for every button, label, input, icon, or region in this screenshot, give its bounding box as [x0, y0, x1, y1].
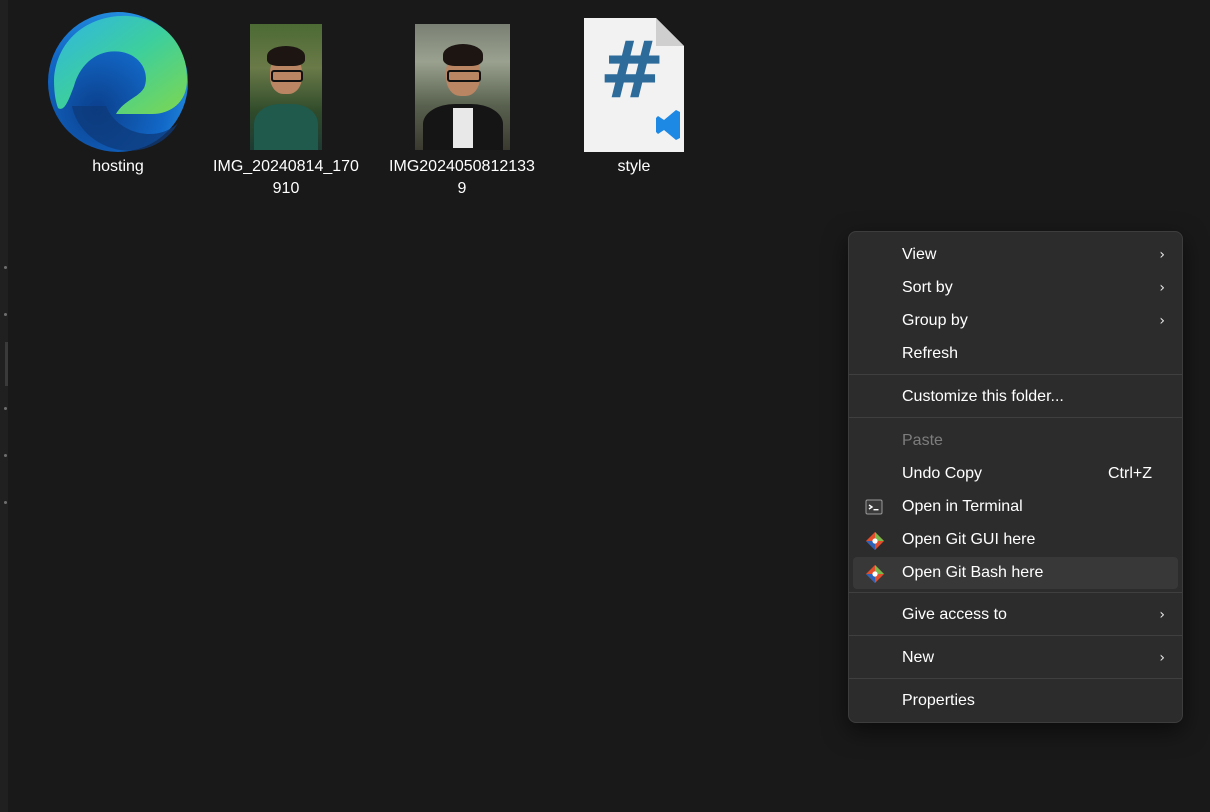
- menu-item-give-access[interactable]: Give access to ›: [853, 599, 1178, 631]
- file-name: IMG20240508121339: [389, 158, 535, 197]
- file-name: hosting: [92, 158, 144, 175]
- menu-separator: [849, 678, 1182, 679]
- hash-glyph: #: [599, 26, 665, 116]
- terminal-icon: [865, 498, 883, 516]
- menu-separator: [849, 635, 1182, 636]
- left-edge-strip: [0, 0, 8, 812]
- file-item-hosting[interactable]: hosting: [38, 10, 198, 178]
- git-bash-icon: [865, 564, 884, 583]
- shortcut-label: Ctrl+Z: [1108, 465, 1152, 482]
- menu-item-group-by[interactable]: Group by ›: [853, 305, 1178, 337]
- menu-label: Give access to: [902, 606, 1007, 623]
- edge-icon: [46, 10, 191, 152]
- menu-label: Refresh: [902, 345, 959, 362]
- file-name: IMG_20240814_170910: [213, 158, 359, 197]
- menu-item-new[interactable]: New ›: [853, 642, 1178, 674]
- menu-label: Properties: [902, 692, 975, 709]
- file-name: style: [617, 158, 651, 175]
- context-menu: View › Sort by › Group by › Refresh Cust…: [848, 231, 1183, 723]
- menu-item-undo-copy[interactable]: Undo Copy Ctrl+Z: [853, 458, 1178, 490]
- photo-thumbnail: [250, 10, 322, 150]
- chevron-right-icon: ›: [1159, 650, 1165, 666]
- file-item-img20240508[interactable]: IMG20240508121339: [382, 10, 542, 200]
- menu-label: Open Git Bash here: [902, 564, 1044, 581]
- git-gui-icon: [865, 531, 884, 550]
- scrollbar-thumb[interactable]: [5, 342, 8, 386]
- photo-thumbnail: [414, 10, 510, 150]
- chevron-right-icon: ›: [1159, 313, 1165, 329]
- menu-label: Open in Terminal: [902, 498, 1023, 515]
- menu-label: Group by: [902, 312, 968, 329]
- chevron-right-icon: ›: [1159, 607, 1165, 623]
- menu-item-sort-by[interactable]: Sort by ›: [853, 272, 1178, 304]
- menu-item-properties[interactable]: Properties: [853, 685, 1178, 717]
- menu-item-open-git-gui[interactable]: Open Git GUI here: [853, 524, 1178, 556]
- menu-label: Undo Copy: [902, 465, 983, 482]
- menu-separator: [849, 592, 1182, 593]
- menu-item-open-terminal[interactable]: Open in Terminal: [853, 491, 1178, 523]
- edge-tick: [4, 407, 7, 410]
- menu-label: New: [902, 649, 935, 666]
- menu-label: View: [902, 246, 937, 263]
- menu-item-paste: Paste: [853, 425, 1178, 457]
- menu-label: Customize this folder...: [902, 388, 1064, 405]
- menu-item-customize-folder[interactable]: Customize this folder...: [853, 381, 1178, 413]
- menu-item-refresh[interactable]: Refresh: [853, 338, 1178, 370]
- menu-item-open-git-bash[interactable]: Open Git Bash here: [853, 557, 1178, 589]
- menu-item-view[interactable]: View ›: [853, 239, 1178, 271]
- edge-tick: [4, 501, 7, 504]
- chevron-right-icon: ›: [1159, 247, 1165, 263]
- menu-separator: [849, 374, 1182, 375]
- file-item-img-20240814[interactable]: IMG_20240814_170910: [206, 10, 366, 200]
- file-item-style[interactable]: # style: [554, 10, 714, 178]
- menu-label: Sort by: [902, 279, 953, 296]
- menu-separator: [849, 417, 1182, 418]
- edge-tick: [4, 266, 7, 269]
- edge-tick: [4, 454, 7, 457]
- chevron-right-icon: ›: [1159, 280, 1165, 296]
- menu-label: Paste: [902, 432, 943, 449]
- edge-tick: [4, 313, 7, 316]
- css-file-icon: #: [582, 10, 686, 152]
- menu-label: Open Git GUI here: [902, 531, 1036, 548]
